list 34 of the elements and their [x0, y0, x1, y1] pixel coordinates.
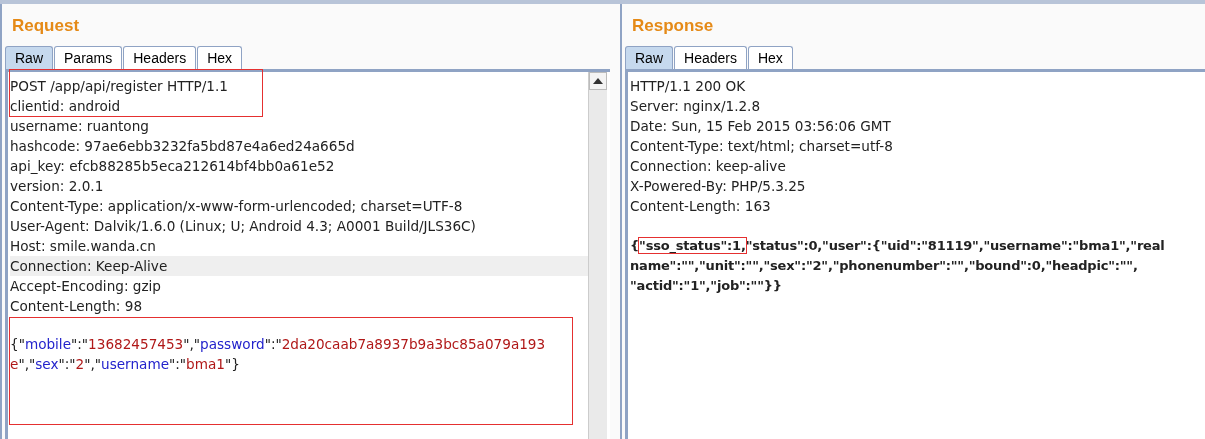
body-line: "actid":"1","job":""}} [630, 277, 783, 295]
body-line: {"mobile":"13682457453","password":"2da20caab7a8937b9a3bc85a079a193 [10, 335, 547, 354]
header-line: POST /app/api/register HTTP/1.1 [10, 77, 229, 96]
header-line: Connection: keep-alive [630, 157, 787, 176]
header-line: Date: Sun, 15 Feb 2015 03:56:06 GMT [630, 117, 892, 136]
header-line: hashcode: 97ae6ebb3232fa5bd87e4a6ed24a665d [10, 137, 356, 156]
body-line: {"sso_status":1,"status":0,"user":{"uid":"81119","username":"bma1","real [630, 237, 1166, 255]
header-line: Content-Type: application/x-www-form-urlencoded; charset=UTF-8 [10, 197, 464, 216]
header-line: Content-Type: text/html; charset=utf-8 [630, 137, 894, 156]
header-line: username: ruantong [10, 117, 150, 136]
header-line: Server: nginx/1.2.8 [630, 97, 762, 116]
header-line: User-Agent: Dalvik/1.6.0 (Linux; U; Android 4.3; A0001 Build/JLS36C) [10, 217, 477, 236]
header-line: api_key: efcb88285b5eca212614bf4bb0a61e52 [10, 157, 336, 176]
header-line: X-Powered-By: PHP/5.3.25 [630, 177, 807, 196]
tab[interactable]: Params [54, 46, 123, 69]
header-line: Accept-Encoding: gzip [10, 277, 162, 296]
header-line: version: 2.0.1 [10, 177, 105, 196]
header-line: HTTP/1.1 200 OK [630, 77, 747, 96]
tab[interactable]: Headers [123, 46, 197, 69]
tab[interactable]: Raw [625, 46, 673, 69]
body-line: name":"","unit":"","sex":"2","phonenumber":"","bound":0,"headpic":"", [630, 257, 1139, 275]
header-line: clientid: android [10, 97, 122, 116]
scroll-up-icon[interactable] [589, 72, 607, 90]
header-line: Content-Length: 163 [630, 197, 772, 216]
tab[interactable]: Hex [747, 46, 793, 69]
panel-title: Response [631, 15, 715, 37]
tab[interactable]: Headers [674, 46, 747, 69]
panel-title: Request [11, 15, 81, 37]
tab[interactable]: Raw [5, 46, 53, 69]
header-line: Host: smile.wanda.cn [10, 237, 157, 256]
body-line: e","sex":"2","username":"bma1"} [10, 355, 241, 374]
tab[interactable]: Hex [197, 46, 243, 69]
scrollbar[interactable] [588, 72, 607, 439]
header-line: Content-Length: 98 [10, 297, 144, 316]
